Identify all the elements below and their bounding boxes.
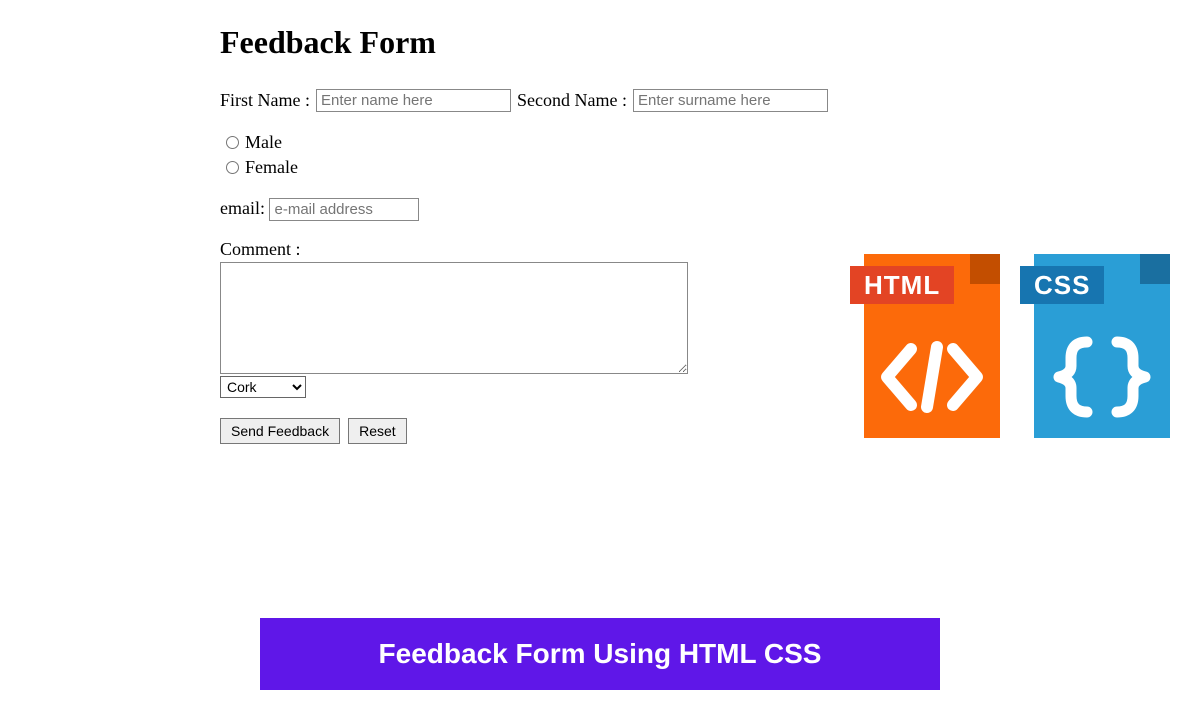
footer-banner: Feedback Form Using HTML CSS	[260, 618, 940, 690]
city-select[interactable]: Cork	[220, 376, 306, 398]
file-icons: HTML CSS	[850, 254, 1170, 438]
gender-female-option: Female	[226, 155, 980, 180]
css-file-icon: CSS	[1020, 254, 1170, 438]
gender-male-label: Male	[245, 130, 282, 155]
send-feedback-button[interactable]: Send Feedback	[220, 418, 340, 444]
code-brackets-icon	[864, 316, 1000, 438]
html-file-fold-icon	[970, 254, 1000, 284]
email-input[interactable]	[269, 198, 419, 221]
second-name-label: Second Name :	[517, 90, 627, 111]
reset-button[interactable]: Reset	[348, 418, 407, 444]
page-title: Feedback Form	[220, 24, 980, 61]
html-file-label: HTML	[850, 266, 954, 304]
email-label: email:	[220, 198, 265, 218]
gender-female-radio[interactable]	[226, 161, 239, 174]
footer-banner-text: Feedback Form Using HTML CSS	[379, 638, 822, 670]
gender-male-radio[interactable]	[226, 136, 239, 149]
email-row: email:	[220, 198, 980, 221]
first-name-input[interactable]	[316, 89, 511, 112]
gender-female-label: Female	[245, 155, 298, 180]
comment-textarea[interactable]	[220, 262, 688, 374]
css-file-fold-icon	[1140, 254, 1170, 284]
curly-braces-icon	[1034, 316, 1170, 438]
first-name-label: First Name :	[220, 90, 310, 111]
html-file-icon: HTML	[850, 254, 1000, 438]
comment-label: Comment :	[220, 239, 301, 259]
second-name-input[interactable]	[633, 89, 828, 112]
gender-group: Male Female	[226, 130, 980, 180]
gender-male-option: Male	[226, 130, 980, 155]
css-file-label: CSS	[1020, 266, 1104, 304]
name-row: First Name : Second Name :	[220, 89, 980, 112]
